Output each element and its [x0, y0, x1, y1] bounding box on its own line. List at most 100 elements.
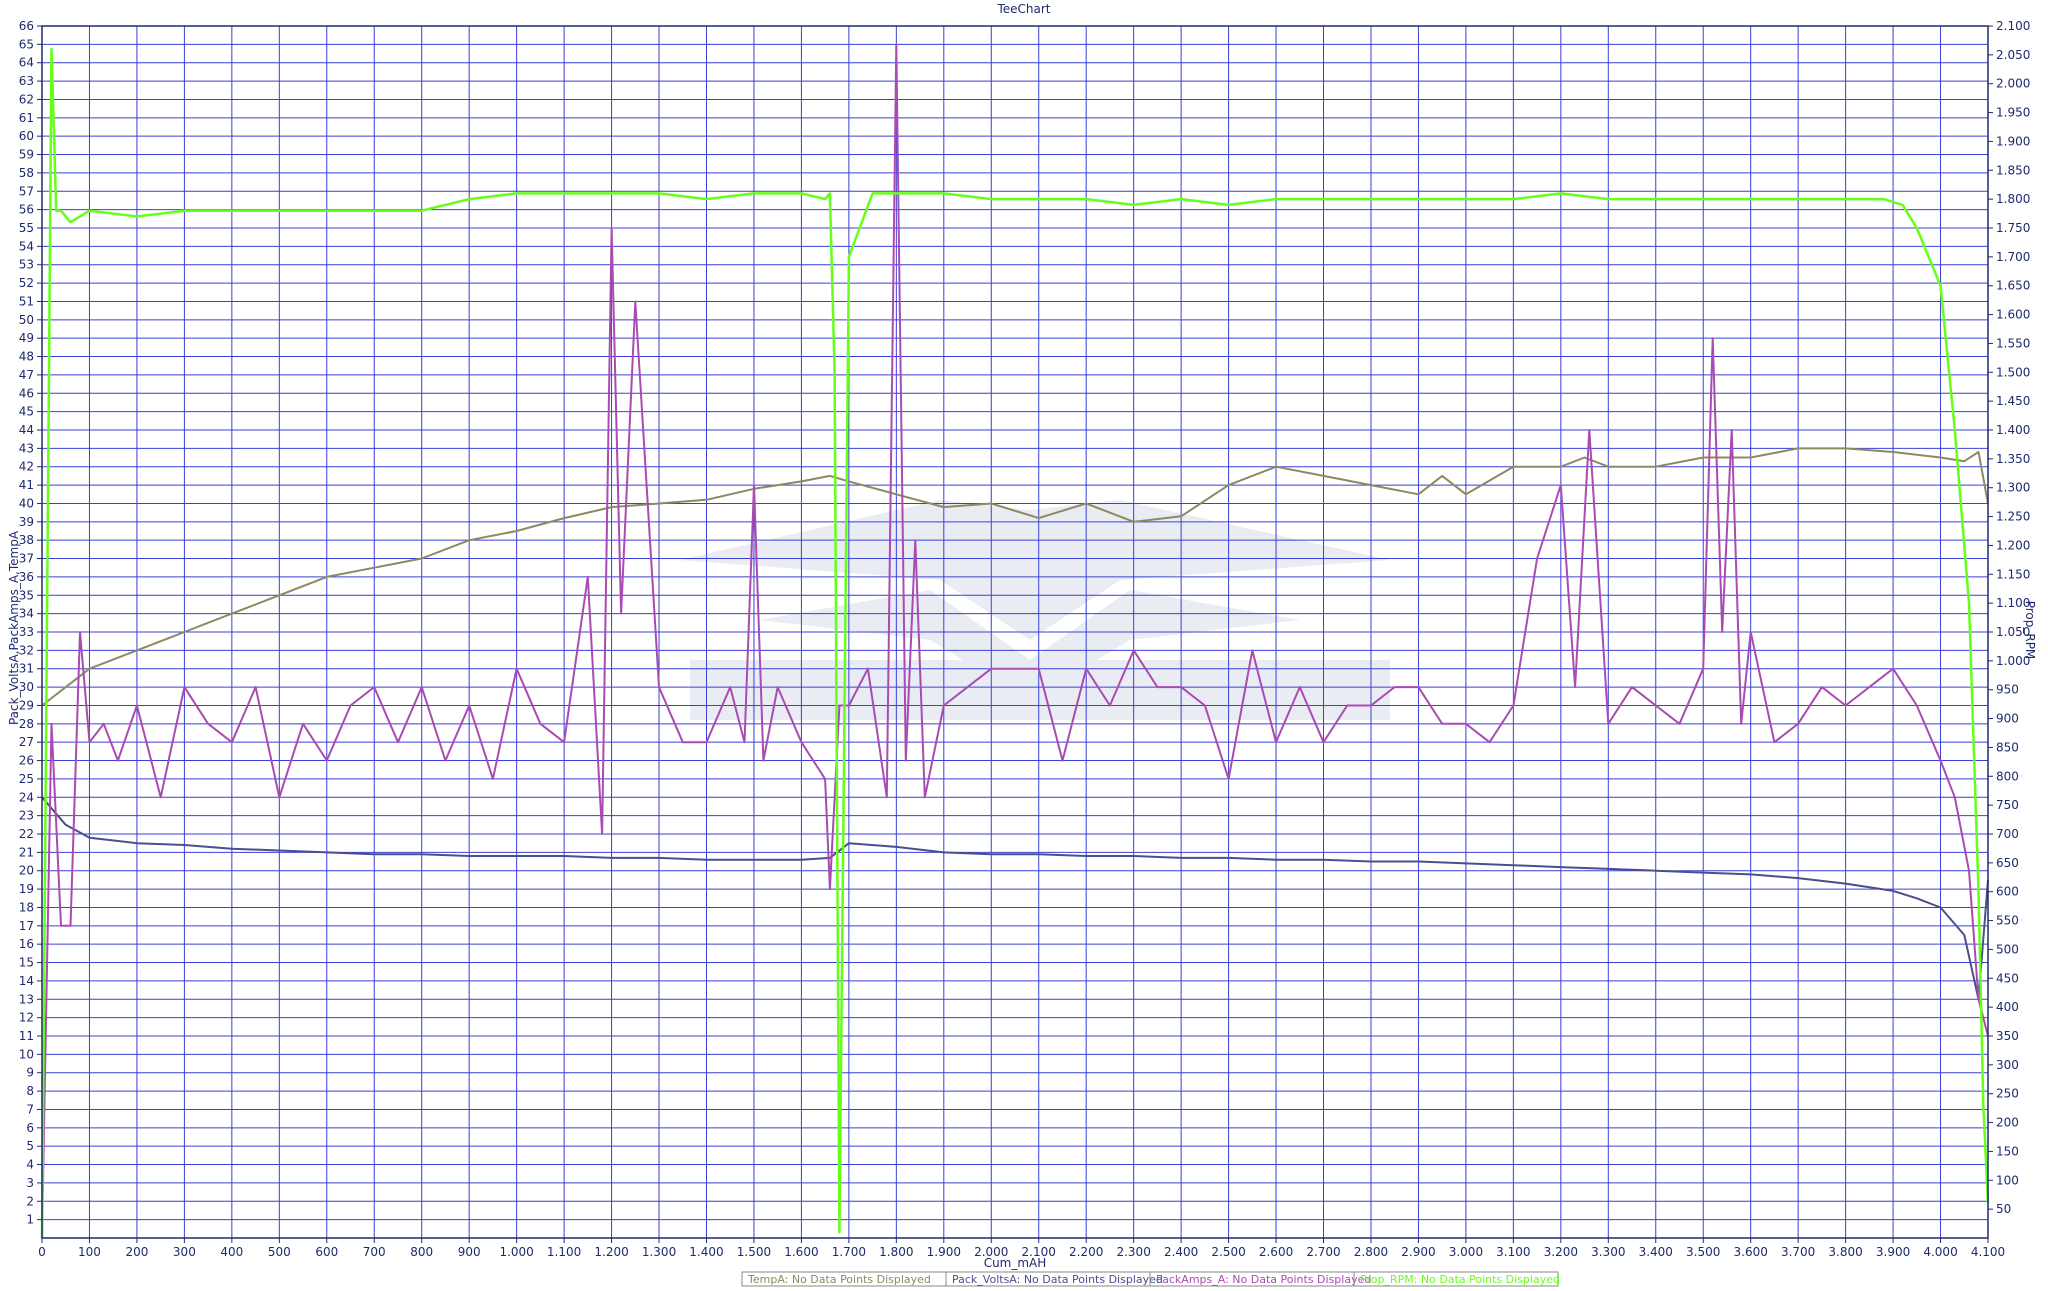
tick-label-right: 650	[1996, 856, 2019, 870]
tick-label-right: 350	[1996, 1029, 2019, 1043]
tick-label-left: 14	[19, 974, 34, 988]
tick-label-left: 20	[19, 864, 34, 878]
tick-label-x: 400	[220, 1245, 243, 1259]
tick-label-left: 54	[19, 239, 34, 253]
tick-label-right: 2.000	[1996, 77, 2030, 91]
tick-label-left: 37	[19, 552, 34, 566]
tick-label-right: 2.100	[1996, 19, 2030, 33]
legend-item: TempA: No Data Points Displayed	[747, 1273, 931, 1286]
tick-label-left: 6	[26, 1121, 34, 1135]
y-axis-right-label: Prop_RPM	[2023, 601, 2037, 660]
tick-label-x: 1.100	[547, 1245, 581, 1259]
tick-label-right: 500	[1996, 942, 2019, 956]
tick-label-right: 1.650	[1996, 279, 2030, 293]
legend-item: Prop_RPM: No Data Points Displayed	[1353, 1272, 1560, 1286]
tick-label-right: 150	[1996, 1144, 2019, 1158]
tick-label-x: 1.500	[737, 1245, 771, 1259]
tick-label-x: 2.900	[1401, 1245, 1435, 1259]
tick-label-x: 800	[410, 1245, 433, 1259]
tick-label-x: 1.800	[879, 1245, 913, 1259]
tick-label-left: 52	[19, 276, 34, 290]
tick-label-left: 22	[19, 827, 34, 841]
tick-label-right: 1.300	[1996, 481, 2030, 495]
tick-label-right: 1.700	[1996, 250, 2030, 264]
tick-label-x: 2.200	[1069, 1245, 1103, 1259]
tick-label-left: 4	[26, 1158, 34, 1172]
tick-label-left: 45	[19, 405, 34, 419]
tick-label-left: 15	[19, 956, 34, 970]
tick-label-x: 2.400	[1164, 1245, 1198, 1259]
tick-label-left: 65	[19, 37, 34, 51]
tick-label-left: 18	[19, 900, 34, 914]
tick-label-x: 1.900	[927, 1245, 961, 1259]
tick-label-left: 64	[19, 56, 34, 70]
tick-label-right: 1.250	[1996, 510, 2030, 524]
tick-label-right: 400	[1996, 1000, 2019, 1014]
tick-label-left: 23	[19, 809, 34, 823]
tick-label-left: 51	[19, 294, 34, 308]
tick-label-right: 1.500	[1996, 365, 2030, 379]
tick-label-left: 34	[19, 607, 34, 621]
legend-label: TempA: No Data Points Displayed	[747, 1273, 931, 1286]
tick-label-x: 4.000	[1923, 1245, 1957, 1259]
tick-label-x: 1.400	[689, 1245, 723, 1259]
legend-label: PackAmps_A: No Data Points Displayed	[1156, 1273, 1371, 1286]
x-axis-label: Cum_mAH	[984, 1256, 1047, 1270]
tick-label-left: 31	[19, 662, 34, 676]
tick-label-right: 1.200	[1996, 538, 2030, 552]
tick-label-x: 3.400	[1639, 1245, 1673, 1259]
legend-label: Prop_RPM: No Data Points Displayed	[1360, 1273, 1560, 1286]
tick-label-left: 57	[19, 184, 34, 198]
tick-label-left: 33	[19, 625, 34, 639]
tick-label-left: 8	[26, 1084, 34, 1098]
tick-label-x: 2.700	[1306, 1245, 1340, 1259]
tick-label-left: 13	[19, 992, 34, 1006]
tick-label-x: 3.100	[1496, 1245, 1530, 1259]
tick-label-left: 10	[19, 1047, 34, 1061]
tick-label-left: 27	[19, 735, 34, 749]
tick-label-left: 59	[19, 148, 34, 162]
tick-label-right: 100	[1996, 1173, 2019, 1187]
tick-label-left: 12	[19, 1011, 34, 1025]
tick-label-left: 1	[26, 1213, 34, 1227]
tick-label-left: 46	[19, 386, 34, 400]
tick-label-right: 950	[1996, 683, 2019, 697]
tick-label-right: 2.050	[1996, 48, 2030, 62]
tick-label-right: 1.550	[1996, 336, 2030, 350]
tick-label-left: 5	[26, 1139, 34, 1153]
tick-label-x: 1.300	[642, 1245, 676, 1259]
tick-label-left: 53	[19, 258, 34, 272]
tick-label-x: 1.200	[594, 1245, 628, 1259]
tick-label-right: 900	[1996, 712, 2019, 726]
tick-label-left: 16	[19, 937, 34, 951]
tick-label-x: 600	[315, 1245, 338, 1259]
y-axis-left-label: Pack_VoltsA,PackAmps_A,TempA	[7, 530, 21, 725]
tick-label-left: 50	[19, 313, 34, 327]
tick-label-left: 66	[19, 19, 34, 33]
tick-label-left: 36	[19, 570, 34, 584]
tick-label-right: 550	[1996, 914, 2019, 928]
tick-label-x: 3.900	[1876, 1245, 1910, 1259]
tick-label-left: 9	[26, 1066, 34, 1080]
tick-label-x: 900	[458, 1245, 481, 1259]
tick-label-x: 3.200	[1544, 1245, 1578, 1259]
chart-window: TeeChart 1 2 3 4 5 6 7 8 9 10 11 12 13 14 15 16 17 18 19 20…	[0, 0, 2048, 1291]
tick-label-x: 0	[38, 1245, 46, 1259]
tick-label-right: 1.600	[1996, 308, 2030, 322]
tick-label-left: 55	[19, 221, 34, 235]
tick-label-left: 28	[19, 717, 34, 731]
tick-label-right: 200	[1996, 1116, 2019, 1130]
tick-label-left: 17	[19, 919, 34, 933]
tick-label-right: 1.800	[1996, 192, 2030, 206]
tick-label-x: 1.000	[499, 1245, 533, 1259]
tick-label-left: 39	[19, 515, 34, 529]
tick-label-x: 2.500	[1211, 1245, 1245, 1259]
tick-label-right: 1.350	[1996, 452, 2030, 466]
tick-label-x: 3.800	[1828, 1245, 1862, 1259]
tick-label-x: 2.800	[1354, 1245, 1388, 1259]
tick-label-x: 3.500	[1686, 1245, 1720, 1259]
tick-label-left: 47	[19, 368, 34, 382]
tick-label-left: 60	[19, 129, 34, 143]
tick-label-left: 41	[19, 478, 34, 492]
tick-label-right: 50	[1996, 1202, 2011, 1216]
